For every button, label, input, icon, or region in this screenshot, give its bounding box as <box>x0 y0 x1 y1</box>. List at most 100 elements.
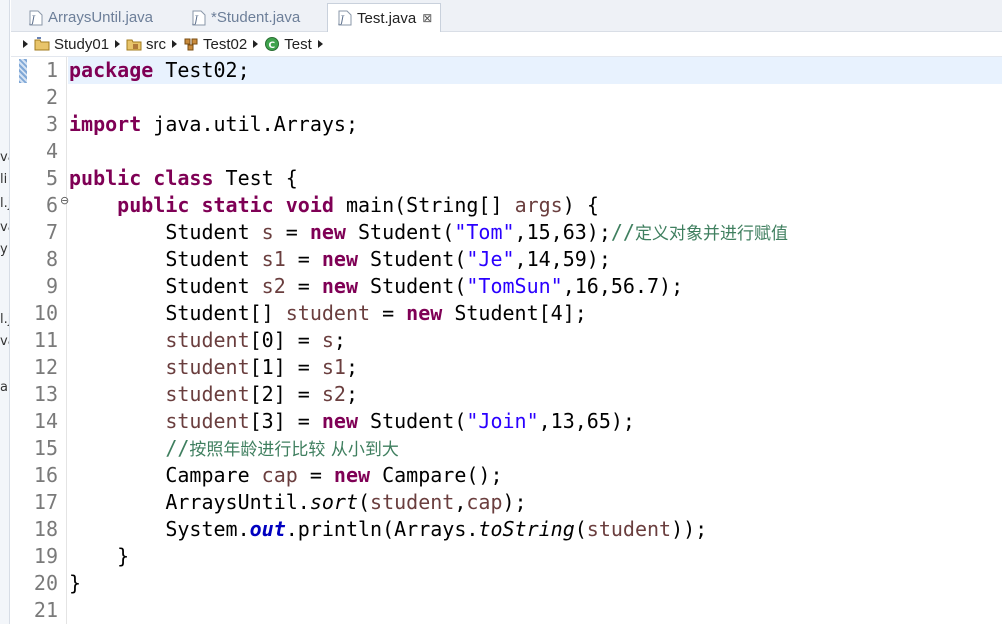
chevron-right-icon[interactable] <box>317 40 323 48</box>
code-line[interactable]: Student s2 = new Student("TomSun",16,56.… <box>68 273 1002 300</box>
code-token: "Join" <box>466 409 539 433</box>
code-token: class <box>153 166 214 190</box>
chevron-right-icon[interactable] <box>115 40 121 48</box>
close-icon[interactable]: ⊠ <box>422 11 432 25</box>
tab-label: Test.java <box>357 9 417 27</box>
line-number: 2 <box>45 85 58 109</box>
breadcrumb-label: Study01 <box>54 35 110 53</box>
code-token: Student <box>69 247 262 271</box>
code-token: main(String[] <box>333 193 515 217</box>
code-token: out <box>249 517 286 541</box>
code-line[interactable]: } <box>68 543 1002 570</box>
package-icon <box>183 36 199 52</box>
code-token: "Je" <box>466 247 515 271</box>
code-line[interactable]: public static void main(String[] args) { <box>68 192 1002 219</box>
code-token: s2 <box>321 382 346 406</box>
class-icon: C <box>264 36 280 52</box>
code-token: } <box>69 571 82 595</box>
tab-label: *Student.java <box>211 9 301 26</box>
code-line[interactable]: package Test02; <box>68 57 1002 84</box>
code-token: cap <box>466 490 503 514</box>
line-number: 13 <box>33 382 58 406</box>
line-number: 15 <box>33 436 58 460</box>
code-line[interactable] <box>68 84 1002 111</box>
code-line[interactable]: import java.util.Arrays; <box>68 111 1002 138</box>
chevron-right-icon[interactable] <box>253 40 259 48</box>
code-token: student <box>165 409 250 433</box>
line-number: 7 <box>45 220 58 244</box>
code-line[interactable]: Campare cap = new Campare(); <box>68 462 1002 489</box>
code-line[interactable]: Student[] student = new Student[4]; <box>68 300 1002 327</box>
code-line[interactable]: Student s = new Student("Tom",15,63);//定… <box>68 219 1002 246</box>
tab-test-java[interactable]: J Test.java ⊠ <box>327 3 441 32</box>
tab-arraysuntil-java[interactable]: J ArraysUntil.java <box>19 3 177 32</box>
code-token: = <box>370 301 407 325</box>
code-token: ; <box>333 328 346 352</box>
code-token: ,14,59); <box>514 247 611 271</box>
java-file-icon: J <box>29 10 43 26</box>
package-folder-icon <box>126 36 142 52</box>
code-token: new <box>321 274 358 298</box>
java-file-icon: J <box>338 10 352 26</box>
breadcrumb-item-test02[interactable]: Test02 <box>172 36 253 53</box>
code-line[interactable]: Student s1 = new Student("Je",14,59); <box>68 246 1002 273</box>
line-number: 12 <box>33 355 58 379</box>
code-token: = <box>285 274 322 298</box>
code-line[interactable] <box>68 597 1002 624</box>
breadcrumb-item-test[interactable]: C Test <box>253 36 318 53</box>
code-line[interactable]: } <box>68 570 1002 597</box>
code-token: [1] = <box>249 355 322 379</box>
code-token: s1 <box>261 247 286 271</box>
code-token: student <box>285 301 371 325</box>
code-token: // <box>165 436 190 460</box>
code-token: 定义对象并进行赋值 <box>634 224 788 244</box>
clipped-tree-label: ar <box>0 380 9 395</box>
code-area[interactable]: package Test02; import java.util.Arrays; p… <box>68 57 1002 624</box>
svg-text:J: J <box>29 15 36 26</box>
code-token: Student( <box>345 220 455 244</box>
code-editor[interactable]: 1 2 3 4 5 6 ⊖ 7 8 9 10 11 12 13 14 15 16 17 18 19 20 21 packa… <box>11 57 1002 624</box>
line-number: 1 <box>45 58 58 82</box>
code-line[interactable]: student[2] = s2; <box>68 381 1002 408</box>
line-number: 14 <box>33 409 58 433</box>
code-token: Student[4]; <box>442 301 587 325</box>
code-token: new <box>406 301 443 325</box>
breadcrumb-label: Test02 <box>203 35 248 53</box>
code-line[interactable]: student[1] = s1; <box>68 354 1002 381</box>
line-number: 16 <box>33 463 58 487</box>
code-line[interactable]: System.out.println(Arrays.toString(stude… <box>68 516 1002 543</box>
line-number: 8 <box>45 247 58 271</box>
code-token: = <box>273 220 310 244</box>
code-line[interactable]: ArraysUntil.sort(student,cap); <box>68 489 1002 516</box>
breadcrumb-item-src[interactable]: src <box>115 36 172 53</box>
code-line[interactable]: //按照年龄进行比较 从小到大 <box>68 435 1002 462</box>
code-token: Student( <box>358 274 467 298</box>
code-token: student <box>370 490 455 514</box>
code-token: , <box>454 490 467 514</box>
chevron-right-icon[interactable] <box>23 40 28 48</box>
code-token: java.util.Arrays; <box>141 112 358 136</box>
line-number: 18 <box>33 517 58 541</box>
tab-label: ArraysUntil.java <box>48 9 154 26</box>
current-line-marker <box>19 59 27 83</box>
code-line[interactable]: student[3] = new Student("Join",13,65); <box>68 408 1002 435</box>
code-token: Student( <box>358 247 467 271</box>
breadcrumb-item-study01[interactable]: Study01 <box>23 36 115 53</box>
clipped-tree-label: l.j <box>0 196 9 211</box>
code-line[interactable]: student[0] = s; <box>68 327 1002 354</box>
code-line[interactable] <box>68 138 1002 165</box>
clipped-tree-label: l.j <box>0 312 9 327</box>
chevron-right-icon[interactable] <box>172 40 178 48</box>
code-token: new <box>309 220 346 244</box>
code-token: s2 <box>261 274 286 298</box>
code-line[interactable]: public class Test { <box>68 165 1002 192</box>
code-token: = <box>285 247 322 271</box>
code-token: new <box>321 247 358 271</box>
svg-text:C: C <box>269 41 276 51</box>
tab-student-java[interactable]: J *Student.java <box>182 3 322 32</box>
